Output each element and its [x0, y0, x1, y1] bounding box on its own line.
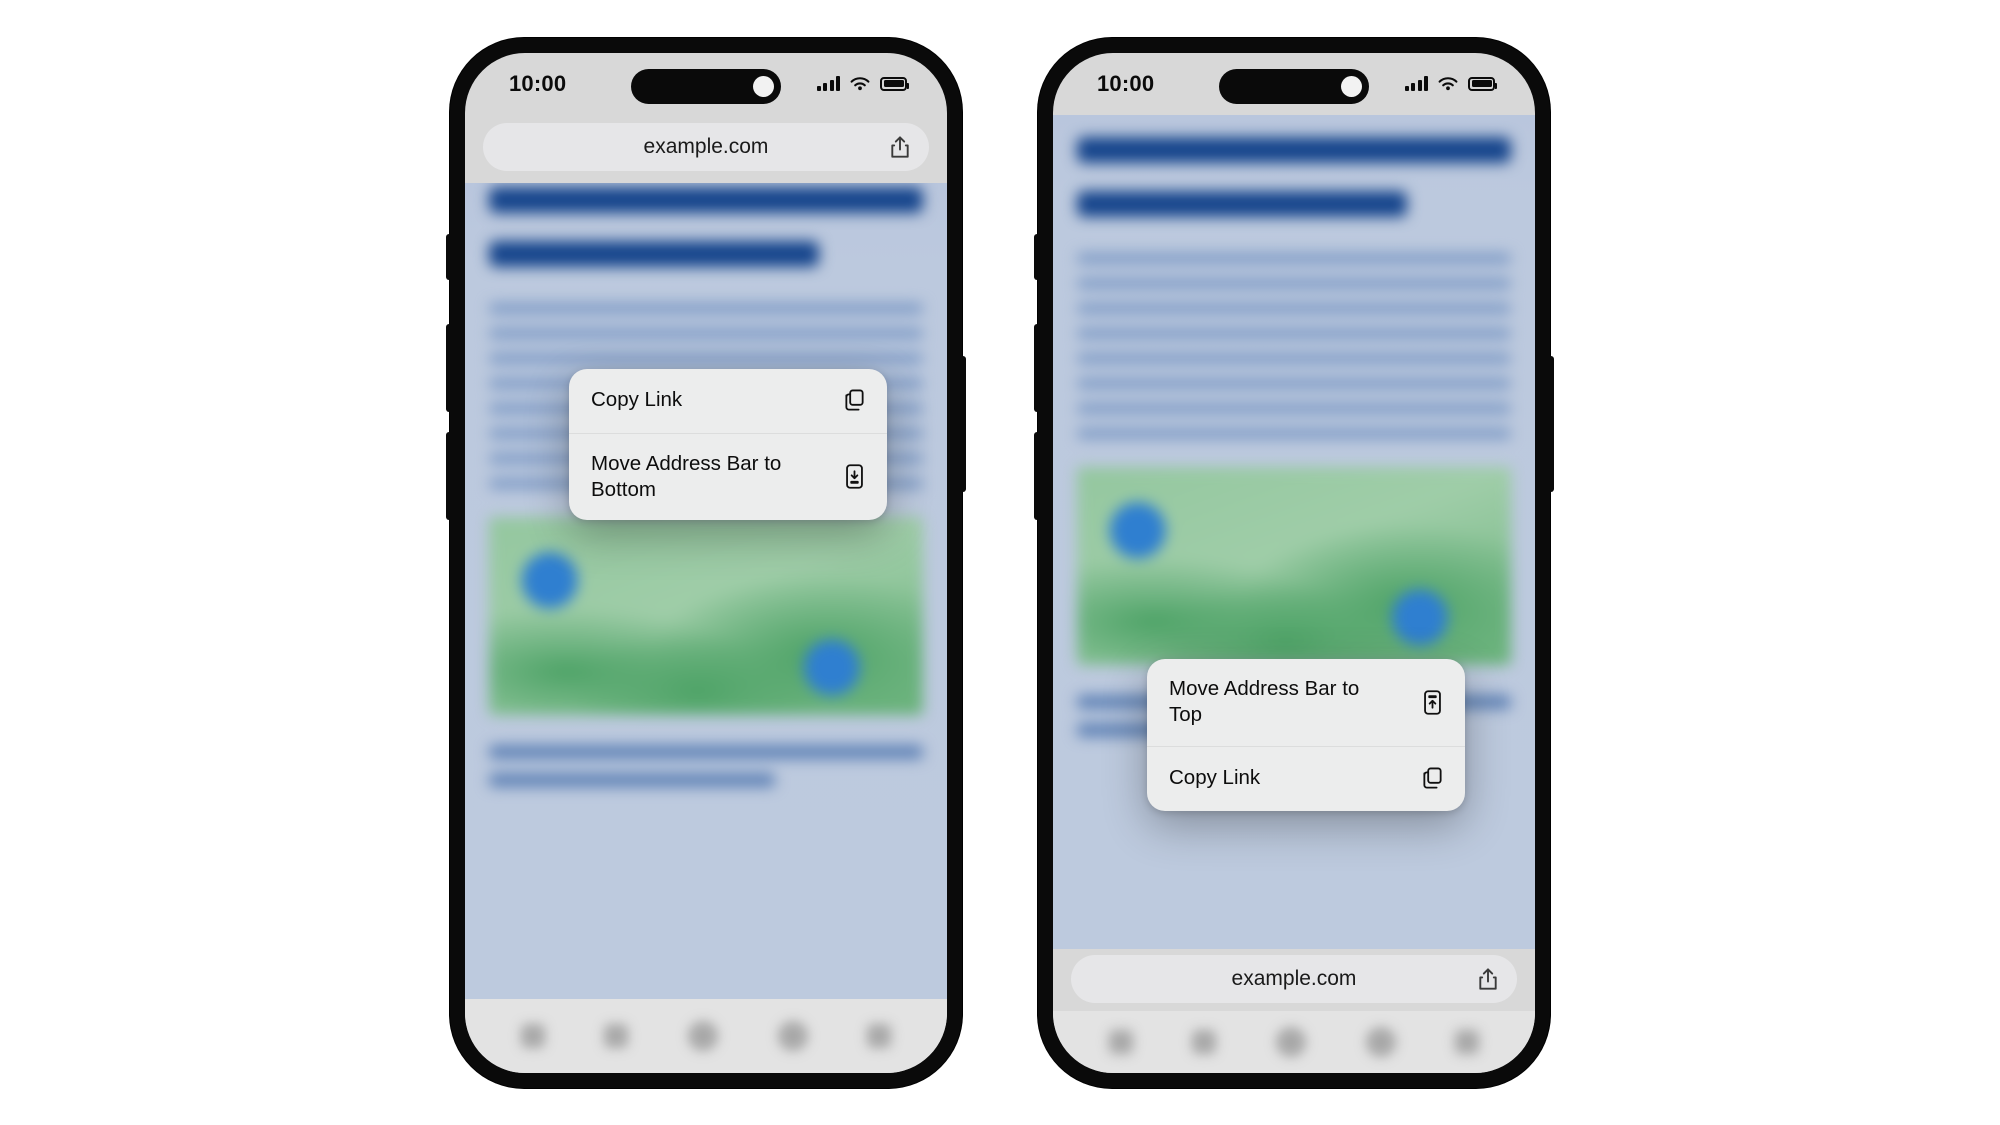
copy-icon — [1419, 765, 1445, 793]
status-indicators — [816, 76, 909, 92]
content-heading-bar — [1077, 190, 1407, 217]
content-text-line — [489, 744, 923, 759]
action-button[interactable] — [446, 233, 452, 280]
cellular-signal-icon — [1404, 76, 1428, 91]
page-content: Copy Link Move Address Bar to Bottom — [465, 182, 947, 999]
volume-up-button[interactable] — [1034, 323, 1040, 412]
content-text-line — [1077, 302, 1511, 314]
forward-icon[interactable] — [1192, 1029, 1217, 1054]
status-time: 10:00 — [1097, 70, 1155, 96]
tabs-icon[interactable] — [867, 1023, 892, 1048]
status-bar: 10:00 — [465, 53, 947, 115]
content-heading-bar — [489, 186, 923, 213]
camera-icon — [753, 75, 774, 97]
page-content-blurred — [1053, 115, 1535, 737]
phone-arrow-up-icon — [1419, 688, 1445, 716]
menu-item-label: Move Address Bar to Bottom — [591, 451, 782, 501]
camera-icon — [1341, 75, 1362, 97]
volume-down-button[interactable] — [1034, 431, 1040, 520]
phone-screen: 10:00 example.com Copy Link Move Address… — [465, 52, 947, 1073]
context-menu[interactable]: Copy Link Move Address Bar to Bottom — [569, 368, 887, 520]
address-bar-url: example.com — [643, 134, 769, 158]
back-icon[interactable] — [520, 1023, 545, 1048]
power-button[interactable] — [1548, 355, 1554, 492]
cellular-signal-icon — [816, 76, 840, 91]
share-icon[interactable] — [1275, 1026, 1306, 1057]
share-icon[interactable] — [1477, 967, 1499, 991]
browser-toolbar[interactable] — [465, 998, 947, 1073]
browser-toolbar[interactable] — [1053, 1010, 1535, 1073]
scene-root: 10:00 example.com Copy Link Move Address… — [0, 0, 2000, 1125]
menu-item-copy-link[interactable]: Copy Link — [569, 369, 887, 433]
menu-item-label: Move Address Bar to Top — [1169, 677, 1360, 727]
share-icon[interactable] — [889, 135, 911, 159]
content-heading-bar — [489, 240, 819, 267]
menu-item-label: Copy Link — [1169, 766, 1261, 790]
content-text-line — [1077, 352, 1511, 364]
bookmarks-icon[interactable] — [777, 1020, 808, 1051]
phone-right: 10:00 Move Address Bar to Top Copy Link … — [1034, 37, 1554, 1088]
content-text-line — [1077, 402, 1511, 414]
status-bar: 10:00 — [1053, 53, 1535, 115]
bookmarks-icon[interactable] — [1365, 1026, 1396, 1057]
dynamic-island — [631, 68, 781, 104]
power-button[interactable] — [960, 355, 966, 492]
menu-item-copy-link[interactable]: Copy Link — [1147, 745, 1465, 811]
menu-item-move-address-bar[interactable]: Move Address Bar to Top — [1147, 659, 1465, 745]
content-media-image — [489, 516, 923, 715]
status-indicators — [1404, 76, 1497, 92]
wifi-icon — [1438, 76, 1458, 90]
tabs-icon[interactable] — [1455, 1029, 1480, 1054]
back-icon[interactable] — [1108, 1029, 1133, 1054]
content-text-line — [1077, 277, 1511, 289]
address-bar-url: example.com — [1231, 966, 1357, 990]
menu-item-label: Copy Link — [591, 388, 683, 412]
wifi-icon — [850, 76, 870, 90]
volume-down-button[interactable] — [446, 431, 452, 520]
menu-item-move-address-bar[interactable]: Move Address Bar to Bottom — [569, 432, 887, 520]
context-menu[interactable]: Move Address Bar to Top Copy Link — [1147, 659, 1465, 811]
address-bar-bottom-container: example.com — [1053, 948, 1535, 1011]
content-media-image — [1077, 466, 1511, 665]
status-time: 10:00 — [509, 70, 567, 96]
content-text-line — [489, 772, 776, 787]
phone-screen: 10:00 Move Address Bar to Top Copy Link … — [1053, 52, 1535, 1073]
address-bar-top-container: example.com — [465, 115, 947, 183]
page-content: Move Address Bar to Top Copy Link — [1053, 114, 1535, 949]
content-heading-bar — [1077, 136, 1511, 163]
battery-icon — [1468, 76, 1497, 91]
battery-icon — [880, 76, 909, 91]
content-text-line — [489, 302, 923, 314]
phone-left: 10:00 example.com Copy Link Move Address… — [446, 37, 966, 1088]
dynamic-island — [1219, 68, 1369, 104]
content-text-line — [1077, 427, 1511, 439]
share-icon[interactable] — [687, 1020, 718, 1051]
content-text-line — [489, 327, 923, 339]
content-text-line — [1077, 252, 1511, 264]
content-text-line — [1077, 327, 1511, 339]
phone-arrow-down-icon — [841, 463, 867, 491]
forward-icon[interactable] — [604, 1023, 629, 1048]
address-bar[interactable]: example.com — [1071, 954, 1517, 1003]
address-bar[interactable]: example.com — [483, 122, 929, 171]
content-text-line — [489, 352, 923, 364]
copy-icon — [841, 387, 867, 415]
action-button[interactable] — [1034, 233, 1040, 280]
volume-up-button[interactable] — [446, 323, 452, 412]
content-text-line — [1077, 377, 1511, 389]
